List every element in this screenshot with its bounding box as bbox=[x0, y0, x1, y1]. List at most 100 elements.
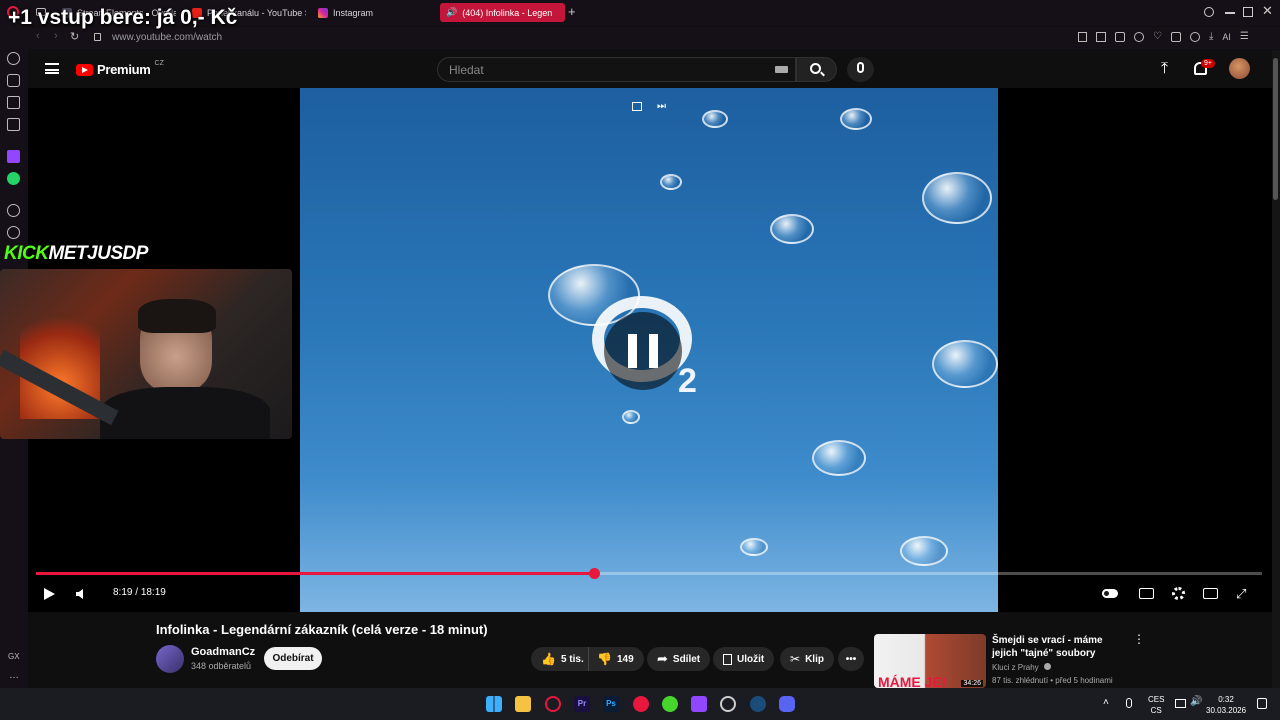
subtitles-icon[interactable] bbox=[1139, 586, 1155, 602]
gx-label[interactable]: GX bbox=[8, 652, 20, 661]
subscribe-button[interactable]: Odebírat bbox=[264, 647, 322, 670]
more-icon[interactable]: … bbox=[9, 670, 19, 681]
autoplay-toggle-icon[interactable] bbox=[1102, 586, 1118, 602]
tab-youtube-active[interactable]: 🔊 (404) Infolinka - Legen bbox=[440, 3, 565, 22]
steam-icon[interactable] bbox=[750, 696, 766, 712]
reload-icon[interactable]: ↻ bbox=[70, 30, 79, 43]
upload-icon[interactable]: ⤒ bbox=[1161, 61, 1168, 77]
history-icon[interactable] bbox=[7, 52, 20, 65]
tab-instagram[interactable]: Instagram bbox=[312, 3, 432, 22]
speaker-tray-icon[interactable]: 🔊 bbox=[1190, 696, 1202, 707]
whatsapp-icon[interactable] bbox=[7, 172, 20, 185]
language-indicator[interactable]: CES CS bbox=[1148, 694, 1164, 716]
bubble bbox=[740, 538, 768, 556]
windows-start-icon[interactable] bbox=[486, 696, 502, 712]
bag-icon[interactable] bbox=[7, 74, 20, 87]
opera-gx-taskbar-icon[interactable] bbox=[545, 696, 561, 712]
share-button[interactable]: ➦ Sdílet bbox=[647, 647, 711, 671]
time-total: 18:19 bbox=[140, 587, 166, 598]
premiere-icon[interactable]: Pr bbox=[574, 696, 590, 712]
new-tab-button[interactable]: + bbox=[568, 4, 576, 19]
like-button[interactable]: 👍 5 tis. bbox=[531, 647, 592, 671]
lock-icon bbox=[94, 33, 101, 41]
twitch-taskbar-icon[interactable] bbox=[691, 696, 707, 712]
messenger-icon[interactable] bbox=[7, 118, 20, 131]
language-code: CES bbox=[1148, 695, 1165, 704]
forward-icon[interactable]: › bbox=[54, 30, 58, 42]
tab-label: (404) Infolinka - Legen bbox=[462, 7, 553, 18]
search-tabs-icon[interactable] bbox=[1204, 7, 1214, 17]
back-icon[interactable]: ‹ bbox=[36, 30, 40, 42]
youtube-premium-label: Premium bbox=[97, 62, 151, 77]
scrollbar-thumb[interactable] bbox=[1273, 58, 1278, 200]
url-field[interactable]: www.youtube.com/watch bbox=[112, 32, 222, 43]
speaker-icon[interactable]: 🔊 bbox=[446, 7, 457, 18]
recommended-more-icon[interactable]: ⋮ bbox=[1133, 633, 1145, 645]
extensions-toolbar[interactable]: ♡ ⤓ AI ☰ bbox=[1078, 32, 1268, 44]
keyboard-layout: CS bbox=[1150, 706, 1162, 715]
recommended-channel[interactable]: Kluci z Prahy bbox=[992, 663, 1051, 672]
restore-button[interactable] bbox=[1243, 7, 1253, 17]
heart-icon[interactable]: ♡ bbox=[1153, 32, 1162, 44]
tray-chevron-icon[interactable]: ˄ bbox=[1103, 697, 1109, 708]
play-icon[interactable] bbox=[42, 586, 58, 602]
clip-label: Klip bbox=[805, 653, 824, 665]
profile-icon[interactable] bbox=[1189, 32, 1200, 42]
notification-center-icon[interactable] bbox=[1257, 698, 1267, 709]
progress-scrubber-handle[interactable] bbox=[589, 568, 600, 579]
taskbar-clock[interactable]: 0:32 30.03.2026 bbox=[1206, 694, 1246, 716]
scissors-icon: ✂ bbox=[790, 652, 801, 666]
video-duration-badge: 34:26 bbox=[961, 680, 983, 687]
hamburger-menu-icon[interactable] bbox=[45, 63, 59, 74]
dislike-button[interactable]: 👎 149 bbox=[588, 647, 644, 671]
clip-button[interactable]: ✂ Klip bbox=[780, 647, 834, 671]
bookmark-icon[interactable] bbox=[1078, 32, 1087, 42]
microphone-icon bbox=[857, 62, 864, 73]
ai-icon[interactable]: AI bbox=[1222, 32, 1231, 44]
menu-icon[interactable]: ☰ bbox=[1240, 32, 1249, 44]
razer-icon[interactable] bbox=[662, 696, 678, 712]
volume-icon[interactable] bbox=[76, 586, 92, 602]
channel-avatar[interactable] bbox=[156, 645, 184, 673]
discord-icon[interactable] bbox=[779, 696, 795, 712]
download-icon[interactable]: ⤓ bbox=[1209, 32, 1213, 44]
file-explorer-icon[interactable] bbox=[515, 696, 531, 712]
avatar[interactable] bbox=[1229, 58, 1250, 79]
verified-icon bbox=[1043, 663, 1051, 670]
snapshot-icon[interactable] bbox=[1096, 32, 1106, 42]
twitch-icon[interactable] bbox=[7, 150, 20, 163]
settings-gear-icon[interactable] bbox=[1171, 586, 1187, 602]
photoshop-icon[interactable]: Ps bbox=[603, 696, 619, 712]
channel-name[interactable]: GoadmanCz bbox=[191, 646, 255, 658]
instagram-icon bbox=[318, 7, 328, 18]
thumbs-down-icon: 👎 bbox=[597, 652, 612, 666]
extensions-icon[interactable] bbox=[1170, 32, 1181, 42]
skip-next-icon[interactable]: ⏭ bbox=[657, 101, 666, 112]
fullscreen-icon[interactable]: ⤢ bbox=[1236, 586, 1252, 602]
miniplayer-icon[interactable] bbox=[632, 102, 642, 111]
minimize-button[interactable] bbox=[1225, 12, 1235, 14]
pause-overlay-icon[interactable] bbox=[604, 312, 682, 390]
search-button[interactable] bbox=[796, 57, 837, 82]
player-sidebar-icon[interactable] bbox=[7, 204, 20, 217]
youtube-logo[interactable]: Premium CZ bbox=[76, 60, 164, 77]
network-icon[interactable] bbox=[1175, 699, 1186, 708]
chatgpt-icon[interactable] bbox=[720, 696, 736, 712]
theater-mode-icon[interactable] bbox=[1203, 586, 1219, 602]
keyboard-icon[interactable] bbox=[775, 66, 788, 73]
player-icon[interactable] bbox=[1134, 32, 1144, 42]
dislike-count: 149 bbox=[616, 653, 634, 665]
recommended-video-thumbnail[interactable]: MÁME JE! 34:26 bbox=[874, 634, 986, 688]
bubble bbox=[900, 536, 948, 566]
clock-icon[interactable] bbox=[7, 226, 20, 239]
more-actions-button[interactable]: ••• bbox=[838, 647, 864, 671]
news-icon[interactable] bbox=[7, 96, 20, 109]
adblock-icon[interactable] bbox=[1115, 32, 1125, 42]
voice-search-button[interactable] bbox=[847, 57, 874, 82]
tray-microphone-icon[interactable] bbox=[1126, 698, 1132, 708]
recommended-video-title[interactable]: Šmejdi se vrací - máme jejich "tajné" so… bbox=[992, 634, 1124, 660]
search-input[interactable]: Hledat bbox=[437, 57, 796, 82]
save-button[interactable]: Uložit bbox=[713, 647, 775, 671]
close-window-button[interactable]: ✕ bbox=[1262, 3, 1273, 19]
media-player-icon[interactable] bbox=[633, 696, 649, 712]
